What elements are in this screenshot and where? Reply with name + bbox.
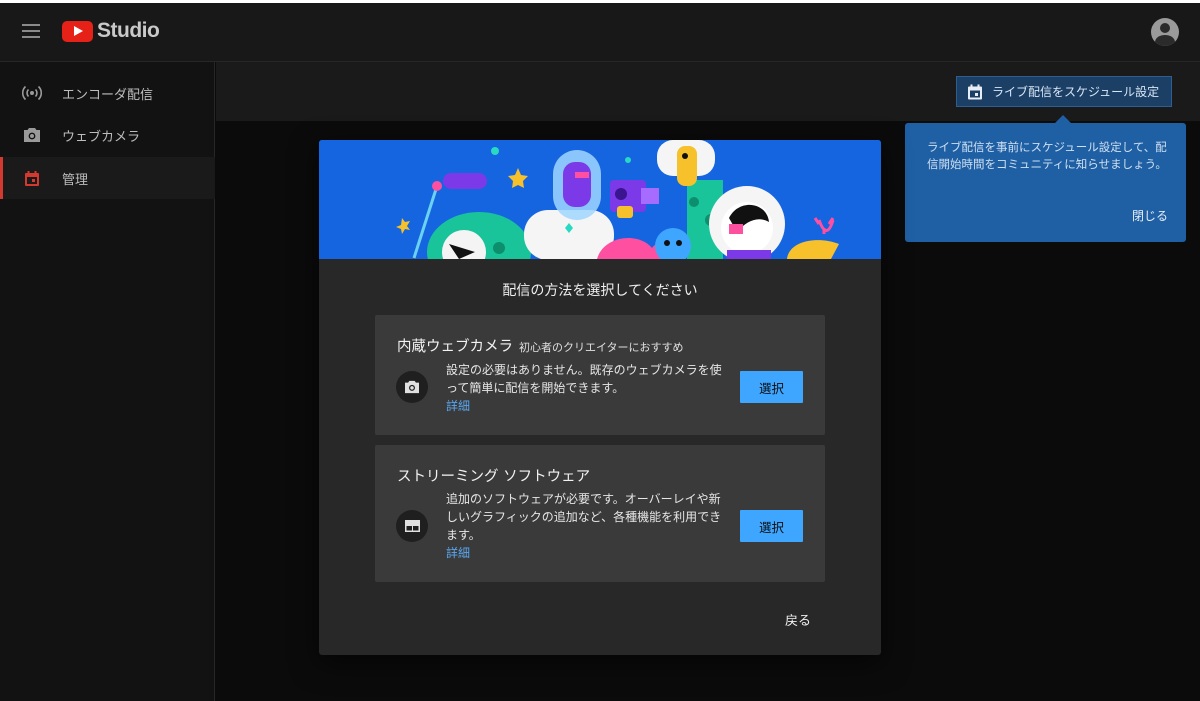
calendar-icon	[968, 84, 982, 99]
option-title: 内蔵ウェブカメラ 初心者のクリエイターにおすすめ	[397, 335, 684, 356]
sidebar-item-label: 管理	[62, 172, 89, 188]
youtube-play-icon	[62, 20, 93, 42]
sidebar-item-label: ウェブカメラ	[62, 129, 141, 145]
schedule-live-label: ライブ配信をスケジュール設定	[992, 85, 1160, 99]
tooltip-text: ライブ配信を事前にスケジュール設定して、配信開始時間をコミュニティに知らせましょ…	[927, 140, 1167, 171]
option-description: 追加のソフトウェアが必要です。オーバーレイや新しいグラフィックの追加など、各種機…	[446, 492, 722, 542]
stream-method-dialog: 配信の方法を選択してください 内蔵ウェブカメラ 初心者のクリエイターにおすすめ 設…	[319, 140, 881, 655]
camera-icon	[396, 371, 428, 403]
menu-icon[interactable]	[22, 24, 40, 38]
logo-text: Studio	[97, 19, 160, 42]
sidebar-item-label: エンコーダ配信	[62, 87, 154, 103]
sidebar: エンコーダ配信 ウェブカメラ 管理	[0, 62, 215, 701]
sidebar-item-manage[interactable]: 管理	[0, 157, 215, 199]
select-webcam-button[interactable]: 選択	[740, 371, 803, 403]
top-bar: Studio	[0, 3, 1200, 62]
schedule-live-button[interactable]: ライブ配信をスケジュール設定	[956, 76, 1172, 107]
sidebar-item-webcam[interactable]: ウェブカメラ	[0, 114, 215, 156]
back-button[interactable]: 戻る	[785, 610, 811, 629]
avatar[interactable]	[1151, 18, 1179, 46]
broadcast-icon	[22, 83, 42, 103]
option-description-block: 設定の必要はありません。既存のウェブカメラを使って簡単に配信を開始できます。 詳…	[446, 361, 726, 415]
dialog-title: 配信の方法を選択してください	[502, 283, 698, 299]
option-card-streaming-software[interactable]: ストリーミング ソフトウェア 追加のソフトウェアが必要です。オーバーレイや新しい…	[375, 445, 825, 582]
option-title-text: 内蔵ウェブカメラ	[397, 339, 513, 355]
layout-icon	[396, 510, 428, 542]
option-card-webcam[interactable]: 内蔵ウェブカメラ 初心者のクリエイターにおすすめ 設定の必要はありません。既存のウ…	[375, 315, 825, 435]
option-description: 設定の必要はありません。既存のウェブカメラを使って簡単に配信を開始できます。	[446, 363, 722, 395]
camera-icon	[22, 125, 42, 145]
dialog-banner-illustration	[319, 140, 881, 259]
calendar-icon	[22, 168, 42, 188]
option-title-text: ストリーミング ソフトウェア	[397, 469, 591, 485]
option-description-block: 追加のソフトウェアが必要です。オーバーレイや新しいグラフィックの追加など、各種機…	[446, 490, 726, 562]
schedule-tooltip: ライブ配信を事前にスケジュール設定して、配信開始時間をコミュニティに知らせましょ…	[905, 115, 1186, 242]
studio-logo[interactable]: Studio	[62, 19, 160, 43]
option-title: ストリーミング ソフトウェア	[397, 465, 590, 486]
select-software-button[interactable]: 選択	[740, 510, 803, 542]
tooltip-close-button[interactable]: 閉じる	[1132, 207, 1168, 224]
option-subtitle: 初心者のクリエイターにおすすめ	[519, 341, 684, 354]
details-link[interactable]: 詳細	[446, 544, 726, 562]
details-link[interactable]: 詳細	[446, 397, 726, 415]
sidebar-item-encoder[interactable]: エンコーダ配信	[0, 72, 215, 114]
